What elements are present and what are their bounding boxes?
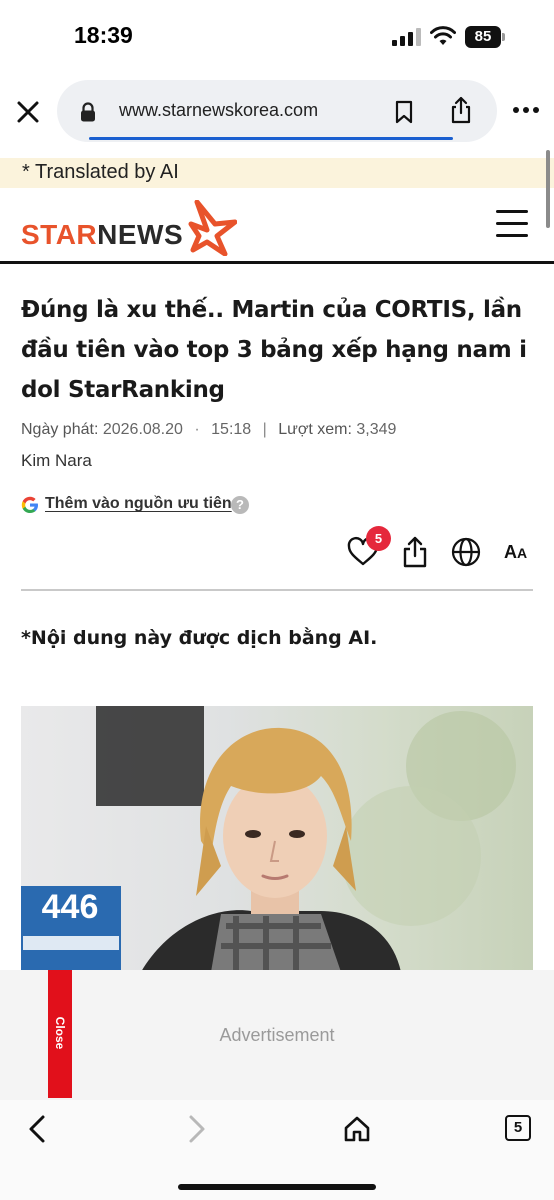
article-photo[interactable]: 446 [21,706,533,972]
starnews-logo[interactable]: STARNEWS [21,200,237,256]
meta-divider: | [262,421,267,438]
browser-address-bar: www.starnewskorea.com [0,76,554,146]
home-indicator[interactable] [178,1184,376,1190]
logo-news-word: NEWS [97,219,184,250]
logo-star-word: STAR [21,219,98,250]
font-size-small-a: A [517,545,528,561]
publish-date: 2026.08.20 [102,421,183,438]
star-icon [188,200,237,256]
url-text: www.starnewskorea.com [119,100,319,120]
photo-sign-text: 446 [41,888,99,926]
add-preferred-source-link[interactable]: Thêm vào nguồn ưu tiên [45,495,232,513]
advertisement-label: Advertisement [219,1025,335,1045]
back-icon[interactable] [26,1114,48,1144]
browser-bottom-toolbar: 5 [0,1100,554,1200]
url-field[interactable]: www.starnewskorea.com [57,80,497,142]
site-header: STARNEWS [0,190,554,264]
font-size-button[interactable]: AA [504,542,527,563]
hamburger-icon[interactable] [496,210,528,238]
article-meta: Ngày phát: 2026.08.20 · 15:18 | Lượt xem… [21,421,396,439]
article-actions: 5 AA [0,524,554,580]
article-author: Kim Nara [21,451,92,470]
battery-level: 85 [465,26,501,48]
battery-cap [502,33,505,41]
section-divider [21,589,533,591]
translation-banner-text: * Translated by AI [22,161,179,183]
tabs-button[interactable]: 5 [505,1115,531,1141]
home-icon[interactable] [343,1115,371,1143]
google-icon [21,496,38,513]
status-bar: 18:39 85 [0,0,554,74]
forward-icon[interactable] [186,1114,208,1144]
ai-translation-note: *Nội dung này được dịch bằng AI. [21,627,378,649]
meta-dot: · [194,421,200,438]
cellular-signal-icon [392,28,421,46]
bookmark-icon[interactable] [393,99,415,125]
close-icon[interactable] [14,98,42,126]
lock-icon [81,102,95,122]
globe-icon[interactable] [451,537,481,567]
help-icon[interactable]: ? [231,496,249,514]
photo-illustration [21,706,516,972]
font-size-big-a: A [504,542,517,562]
logo-text: STARNEWS [21,219,183,251]
battery-indicator: 85 [465,26,505,48]
page-load-progress [89,137,453,140]
article-title: Đúng là xu thế.. Martin của CORTIS, lần … [21,297,527,403]
translation-banner: * Translated by AI [0,158,554,188]
wifi-icon [430,26,456,45]
like-count-badge: 5 [366,526,391,551]
share-icon[interactable] [449,96,473,124]
more-icon[interactable] [512,104,540,116]
share-icon[interactable] [401,536,429,568]
date-label: Ngày phát: [21,421,99,438]
status-time: 18:39 [74,22,133,48]
publish-time: 15:18 [211,421,252,438]
views-label: Lượt xem: [278,421,352,438]
advertisement-banner[interactable]: Close Advertisement [0,970,554,1100]
view-count: 3,349 [356,421,397,438]
